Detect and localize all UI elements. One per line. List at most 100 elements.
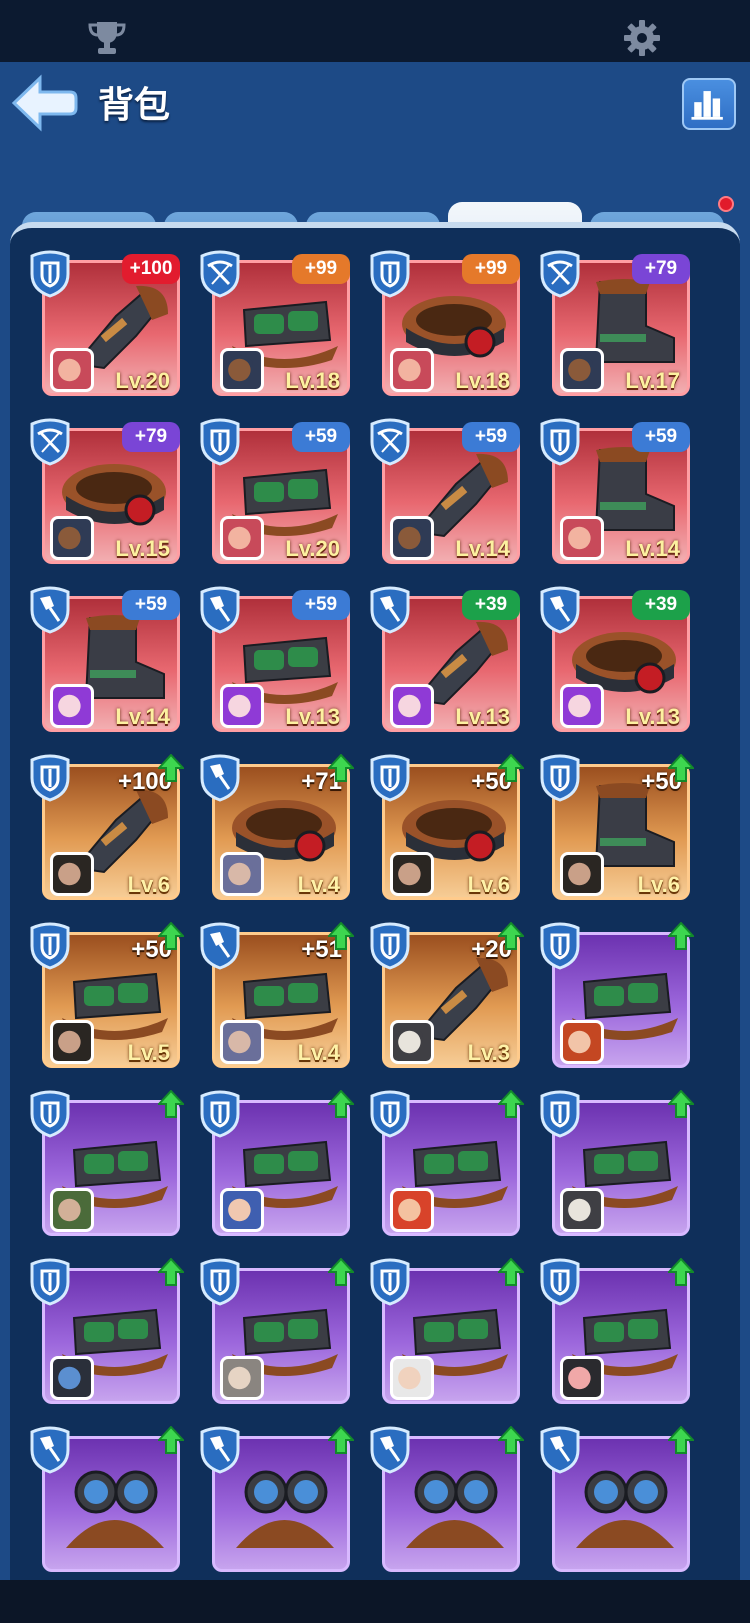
hero-avatar [390,852,434,896]
level-label: Lv.20 [115,368,170,393]
equipment-card[interactable]: +50 Lv.5 [28,921,186,1078]
bonus-badge: +59 [122,590,180,620]
hero-avatar [390,516,434,560]
bonus-badge: +59 [632,422,690,452]
hero-avatar [220,1188,264,1232]
upgrade-arrow-icon [496,1257,526,1286]
hero-avatar [50,516,94,560]
equipment-card[interactable]: +71 Lv.4 [198,753,356,910]
level-label: Lv.14 [455,536,510,561]
bonus-badge: +59 [292,590,350,620]
upgrade-arrow-icon [666,1089,696,1118]
bonus-badge: +99 [462,254,520,284]
crossbow-icon [198,250,242,298]
shovel-icon [368,1426,412,1474]
equipment-card[interactable]: +99 Lv.18 [368,250,520,406]
shield-icon [28,250,72,298]
bonus-badge: +39 [462,590,520,620]
bonus-badge: +79 [122,422,180,452]
aviator-goggles-icon [566,1452,684,1548]
crossbow-icon [538,250,582,298]
equipment-card[interactable] [28,1257,186,1414]
upgrade-arrow-icon [156,753,186,782]
shield-icon [28,1258,72,1306]
equipment-card[interactable] [198,1425,356,1582]
equipment-card[interactable]: +59 Lv.14 [28,586,180,742]
bonus-badge: +79 [632,254,690,284]
level-label: Lv.6 [637,872,680,897]
upgrade-arrow-icon [156,1425,186,1454]
equipment-card[interactable] [538,1425,696,1582]
equipment-card[interactable] [198,1089,356,1246]
equipment-card[interactable] [538,1257,696,1414]
equipment-card[interactable]: +39 Lv.13 [368,586,520,742]
level-label: Lv.5 [127,1040,170,1065]
equipment-card[interactable]: +50 Lv.6 [368,753,526,910]
shovel-icon [198,922,242,970]
equipment-card[interactable] [28,1425,186,1582]
equipment-card[interactable] [368,1425,526,1582]
equipment-card[interactable]: +59 Lv.13 [198,586,350,742]
equipment-card[interactable]: +59 Lv.14 [538,418,690,574]
hero-avatar [220,1356,264,1400]
hero-avatar [390,1020,434,1064]
shield-icon [538,1090,582,1138]
equipment-card[interactable]: +51 Lv.4 [198,921,356,1078]
shovel-icon [198,586,242,634]
shield-icon [198,1090,242,1138]
shield-icon [28,922,72,970]
equipment-card[interactable] [28,1089,186,1246]
shovel-icon [28,1426,72,1474]
level-label: Lv.4 [297,1040,340,1065]
stats-button[interactable] [682,78,736,130]
shield-icon [368,250,412,298]
equipment-card[interactable] [198,1257,356,1414]
hero-avatar [390,1356,434,1400]
hero-avatar [220,348,264,392]
equipment-card[interactable]: +20 Lv.3 [368,921,526,1078]
level-label: Lv.20 [285,536,340,561]
level-label: Lv.14 [625,536,680,561]
equipment-card[interactable]: +100 Lv.6 [28,753,186,910]
upgrade-arrow-icon [326,1425,356,1454]
equipment-card[interactable]: +100 Lv.20 [28,250,180,406]
hero-avatar [560,1020,604,1064]
shovel-icon [198,1426,242,1474]
shield-icon [538,922,582,970]
shield-icon [368,922,412,970]
equipment-card[interactable] [538,1089,696,1246]
hero-avatar [560,852,604,896]
equipment-card[interactable] [538,921,696,1078]
shield-icon [198,418,242,466]
equipment-card[interactable]: +59 Lv.20 [198,418,350,574]
crossbow-icon [28,418,72,466]
hero-avatar [560,348,604,392]
level-label: Lv.13 [285,704,340,729]
hero-avatar [390,1188,434,1232]
trophy-icon[interactable] [86,20,128,56]
bonus-badge: +100 [122,254,180,284]
equipment-card[interactable] [368,1089,526,1246]
shield-icon [28,1090,72,1138]
upgrade-arrow-icon [156,921,186,950]
shovel-icon [198,754,242,802]
backpack-screen: 背包 資源 加速 增益 裝備 其他 +100Lv.20+99Lv.18+99Lv… [0,62,750,1584]
shield-icon [538,418,582,466]
upgrade-arrow-icon [326,1089,356,1118]
level-label: Lv.18 [455,368,510,393]
upgrade-arrow-icon [666,921,696,950]
aviator-goggles-icon [396,1452,514,1548]
equipment-card[interactable] [368,1257,526,1414]
hero-avatar [390,348,434,392]
equipment-card[interactable]: +59 Lv.14 [368,418,520,574]
equipment-card[interactable]: +99 Lv.18 [198,250,350,406]
level-label: Lv.13 [625,704,680,729]
equipment-card[interactable]: +79 Lv.15 [28,418,180,574]
equipment-card[interactable]: +39 Lv.13 [538,586,690,742]
equipment-card[interactable]: +79 Lv.17 [538,250,690,406]
gear-icon[interactable] [622,18,662,58]
back-arrow-icon[interactable] [10,72,80,134]
equipment-card[interactable]: +50 Lv.6 [538,753,696,910]
upgrade-arrow-icon [496,753,526,782]
hero-avatar [220,852,264,896]
